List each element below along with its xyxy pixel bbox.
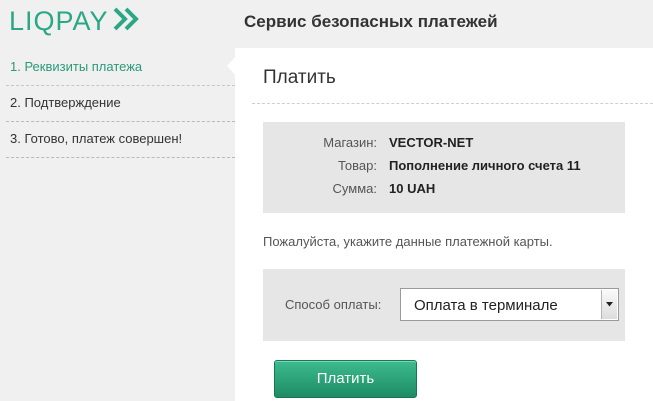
steps-list: 1. Реквизиты платежа 2. Подтверждение 3.… xyxy=(0,50,235,158)
double-chevron-right-icon xyxy=(113,7,141,36)
payment-method-selected: Оплата в терминале xyxy=(414,297,558,314)
amount-value: 10 UAH xyxy=(389,181,436,196)
payment-method-box: Способ оплаты: Оплата в терминале xyxy=(263,269,625,341)
step-details: 1. Реквизиты платежа xyxy=(0,50,235,86)
product-value: Пополнение личного счета 11 xyxy=(389,158,581,173)
logo-text: LIQPAY xyxy=(9,5,109,36)
amount-label: Сумма: xyxy=(332,181,377,196)
payment-method-label: Способ оплаты: xyxy=(285,297,382,312)
select-dropdown-button[interactable] xyxy=(601,290,617,319)
active-step-pointer xyxy=(227,56,236,76)
payment-method-select[interactable]: Оплата в терминале xyxy=(400,288,619,321)
main-panel: Платить Магазин: VECTOR-NET Товар: Попол… xyxy=(227,48,653,401)
payment-info-box: Магазин: VECTOR-NET Товар: Пополнение ли… xyxy=(263,122,625,213)
header: Сервис безопасных платежей xyxy=(235,0,653,48)
caret-down-icon xyxy=(606,302,613,307)
step-confirmation: 2. Подтверждение xyxy=(0,86,235,122)
sidebar: LIQPAY 1. Реквизиты платежа 2. Подтвержд… xyxy=(0,0,235,401)
page-title: Сервис безопасных платежей xyxy=(244,12,498,31)
liqpay-logo[interactable]: LIQPAY xyxy=(9,5,141,36)
divider xyxy=(252,103,653,104)
card-hint-text: Пожалуйста, укажите данные платежной кар… xyxy=(263,234,553,249)
amount-row: Сумма: 10 UAH xyxy=(263,181,625,201)
product-label: Товар: xyxy=(338,158,377,173)
pay-button[interactable]: Платить xyxy=(274,360,417,398)
product-row: Товар: Пополнение личного счета 11 xyxy=(263,158,625,178)
shop-row: Магазин: VECTOR-NET xyxy=(263,135,625,155)
shop-value: VECTOR-NET xyxy=(389,135,474,150)
step-done: 3. Готово, платеж совершен! xyxy=(0,122,235,158)
panel-title: Платить xyxy=(263,67,336,88)
shop-label: Магазин: xyxy=(323,135,377,150)
